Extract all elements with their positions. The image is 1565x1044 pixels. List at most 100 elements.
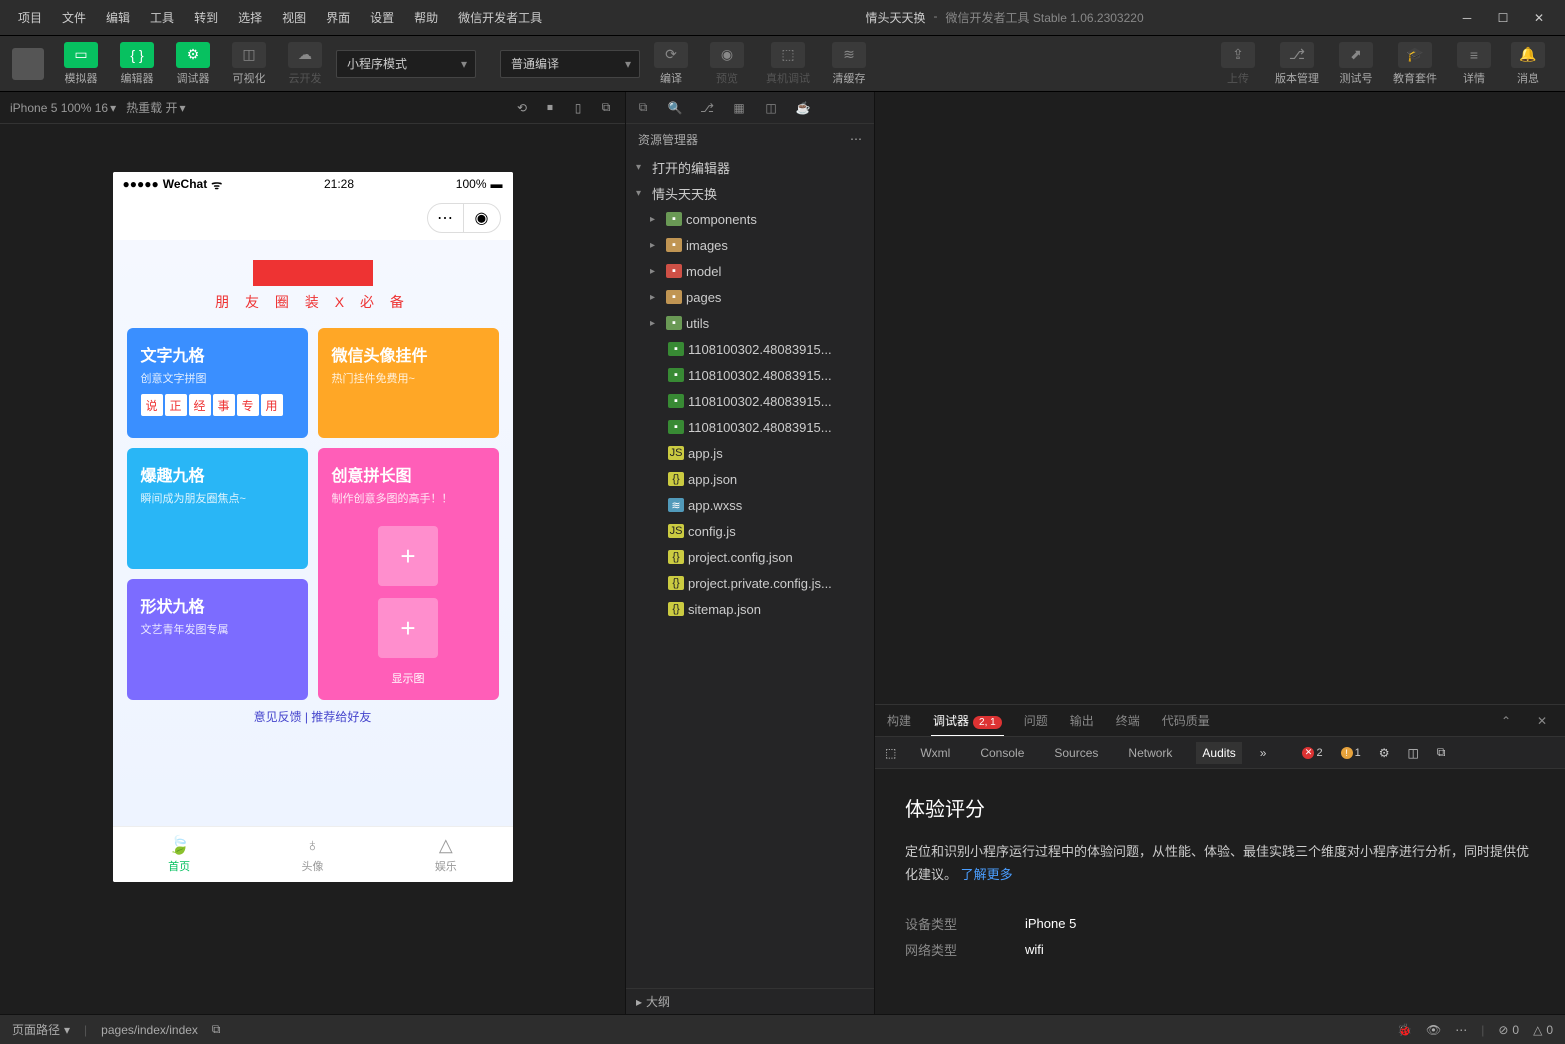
copy-icon[interactable]: ⧉ (212, 1022, 221, 1037)
tree-file-appjson[interactable]: {}app.json (626, 466, 874, 492)
error-count[interactable]: ✕2 (1302, 747, 1322, 759)
chevron-up-icon[interactable]: ⌃ (1501, 714, 1519, 728)
mode-select[interactable]: 小程序模式 (336, 50, 476, 78)
debug-tab-debugger[interactable]: 调试器2, 1 (931, 706, 1004, 736)
menu-settings[interactable]: 设置 (360, 3, 404, 32)
debug-tab-output[interactable]: 输出 (1068, 706, 1096, 735)
preview-button[interactable]: ◉预览 (702, 38, 752, 90)
tree-folder-images[interactable]: ▸▪images (626, 232, 874, 258)
tree-file-appwxss[interactable]: ≋app.wxss (626, 492, 874, 518)
close-icon[interactable]: ✕ (1537, 714, 1555, 728)
tree-file-configjs[interactable]: JSconfig.js (626, 518, 874, 544)
clear-cache-button[interactable]: ≋清缓存 (824, 38, 874, 90)
window-maximize-icon[interactable]: ☐ (1493, 8, 1513, 28)
inspect-icon[interactable]: ⬚ (885, 746, 896, 760)
tab-home[interactable]: 🍃首页 (113, 827, 246, 882)
debug-tab-quality[interactable]: 代码质量 (1160, 706, 1212, 735)
card-shape-nine[interactable]: 形状九格文艺青年发图专属 (127, 579, 308, 700)
gear-icon[interactable]: ⚙ (1379, 746, 1390, 760)
devtool-sources[interactable]: Sources (1048, 742, 1104, 764)
tree-file[interactable]: ▪1108100302.48083915... (626, 362, 874, 388)
avatar[interactable] (12, 48, 44, 80)
phone-icon[interactable]: ▯ (569, 99, 587, 117)
cloud-button[interactable]: ☁云开发 (280, 38, 330, 90)
devtool-audits[interactable]: Audits (1196, 742, 1241, 764)
menu-project[interactable]: 项目 (8, 3, 52, 32)
visual-button[interactable]: ◫可视化 (224, 38, 274, 90)
menu-goto[interactable]: 转到 (184, 3, 228, 32)
menu-edit[interactable]: 编辑 (96, 3, 140, 32)
explorer-ext-icon[interactable]: ▦ (730, 99, 748, 117)
remote-debug-button[interactable]: ⬚真机调试 (758, 38, 818, 90)
plus-icon[interactable]: + (378, 526, 438, 586)
simulator-button[interactable]: ▭模拟器 (56, 38, 106, 90)
refresh-icon[interactable]: ⟲ (513, 99, 531, 117)
menu-tool[interactable]: 工具 (140, 3, 184, 32)
devtool-wxml[interactable]: Wxml (914, 742, 956, 764)
tree-folder-utils[interactable]: ▸▪utils (626, 310, 874, 336)
plus-icon[interactable]: + (378, 598, 438, 658)
menu-file[interactable]: 文件 (52, 3, 96, 32)
more-tabs-icon[interactable]: » (1260, 746, 1267, 760)
message-button[interactable]: 🔔消息 (1503, 38, 1553, 90)
debug-tab-build[interactable]: 构建 (885, 706, 913, 735)
menu-view[interactable]: 视图 (272, 3, 316, 32)
explorer-more-icon[interactable]: ⋯ (850, 132, 862, 146)
tree-folder-model[interactable]: ▸▪model (626, 258, 874, 284)
debugger-button[interactable]: ⚙调试器 (168, 38, 218, 90)
hot-reload-toggle[interactable]: 热重载 开 ▾ (126, 99, 185, 116)
card-text-nine[interactable]: 文字九格创意文字拼图 说 正 经 事 专 用 (127, 328, 308, 438)
tab-fun[interactable]: △娱乐 (379, 827, 512, 882)
edu-button[interactable]: 🎓教育套件 (1385, 38, 1445, 90)
explorer-split-icon[interactable]: ◫ (762, 99, 780, 117)
tree-file[interactable]: ▪1108100302.48083915... (626, 336, 874, 362)
card-avatar-pendant[interactable]: 微信头像挂件热门挂件免费用~ (318, 328, 499, 438)
explorer-files-icon[interactable]: ⧉ (634, 99, 652, 117)
tree-file[interactable]: ▪1108100302.48083915... (626, 388, 874, 414)
editor-button[interactable]: { }编辑器 (112, 38, 162, 90)
explorer-git-icon[interactable]: ⎇ (698, 99, 716, 117)
status-errors[interactable]: ⊘ 0 (1498, 1023, 1519, 1037)
popout-icon[interactable]: ⧉ (597, 99, 615, 117)
menu-wxdevtool[interactable]: 微信开发者工具 (448, 3, 552, 32)
devtool-console[interactable]: Console (974, 742, 1030, 764)
capsule-close-icon[interactable]: ◉ (464, 204, 500, 232)
window-close-icon[interactable]: ✕ (1529, 8, 1549, 28)
tree-folder-components[interactable]: ▸▪components (626, 206, 874, 232)
card-long-image[interactable]: 创意拼长图制作创意多图的高手！！ + + 显示图 (318, 448, 499, 700)
bug-icon[interactable]: 🐞 (1397, 1023, 1412, 1037)
status-warnings[interactable]: △ 0 (1533, 1023, 1553, 1037)
feedback-links[interactable]: 意见反馈 | 推荐给好友 (127, 708, 499, 725)
detail-button[interactable]: ≡详情 (1449, 38, 1499, 90)
eye-icon[interactable]: 👁 (1426, 1023, 1441, 1037)
stop-icon[interactable]: ⏹ (541, 99, 559, 117)
version-button[interactable]: ⎇版本管理 (1267, 38, 1327, 90)
menu-ui[interactable]: 界面 (316, 3, 360, 32)
compile-button[interactable]: ⟳编译 (646, 38, 696, 90)
outline-header[interactable]: ▸大纲 (626, 988, 874, 1014)
dock-icon[interactable]: ◫ (1407, 746, 1418, 760)
tree-project-root[interactable]: ▾情头天天换 (626, 180, 874, 206)
explorer-coffee-icon[interactable]: ☕ (794, 99, 812, 117)
devtool-network[interactable]: Network (1122, 742, 1178, 764)
tree-folder-pages[interactable]: ▸▪pages (626, 284, 874, 310)
device-select[interactable]: iPhone 5 100% 16 ▾ (10, 101, 116, 115)
tree-file-sitemap[interactable]: {}sitemap.json (626, 596, 874, 622)
tree-file-projectconfig[interactable]: {}project.config.json (626, 544, 874, 570)
tree-file-appjs[interactable]: JSapp.js (626, 440, 874, 466)
debug-tab-problems[interactable]: 问题 (1022, 706, 1050, 735)
menu-help[interactable]: 帮助 (404, 3, 448, 32)
tree-file[interactable]: ▪1108100302.48083915... (626, 414, 874, 440)
capsule-more-icon[interactable]: ⋯ (428, 204, 464, 232)
more-icon[interactable]: ⋯ (1455, 1023, 1467, 1037)
upload-button[interactable]: ⇪上传 (1213, 38, 1263, 90)
menu-select[interactable]: 选择 (228, 3, 272, 32)
testid-button[interactable]: ⬈测试号 (1331, 38, 1381, 90)
tree-file-projectprivate[interactable]: {}project.private.config.js... (626, 570, 874, 596)
compile-select[interactable]: 普通编译 (500, 50, 640, 78)
window-minimize-icon[interactable]: ─ (1457, 8, 1477, 28)
debug-tab-terminal[interactable]: 终端 (1114, 706, 1142, 735)
card-fun-nine[interactable]: 爆趣九格瞬间成为朋友圈焦点~ (127, 448, 308, 569)
popout-icon[interactable]: ⧉ (1437, 745, 1446, 760)
warning-count[interactable]: !1 (1341, 747, 1361, 759)
